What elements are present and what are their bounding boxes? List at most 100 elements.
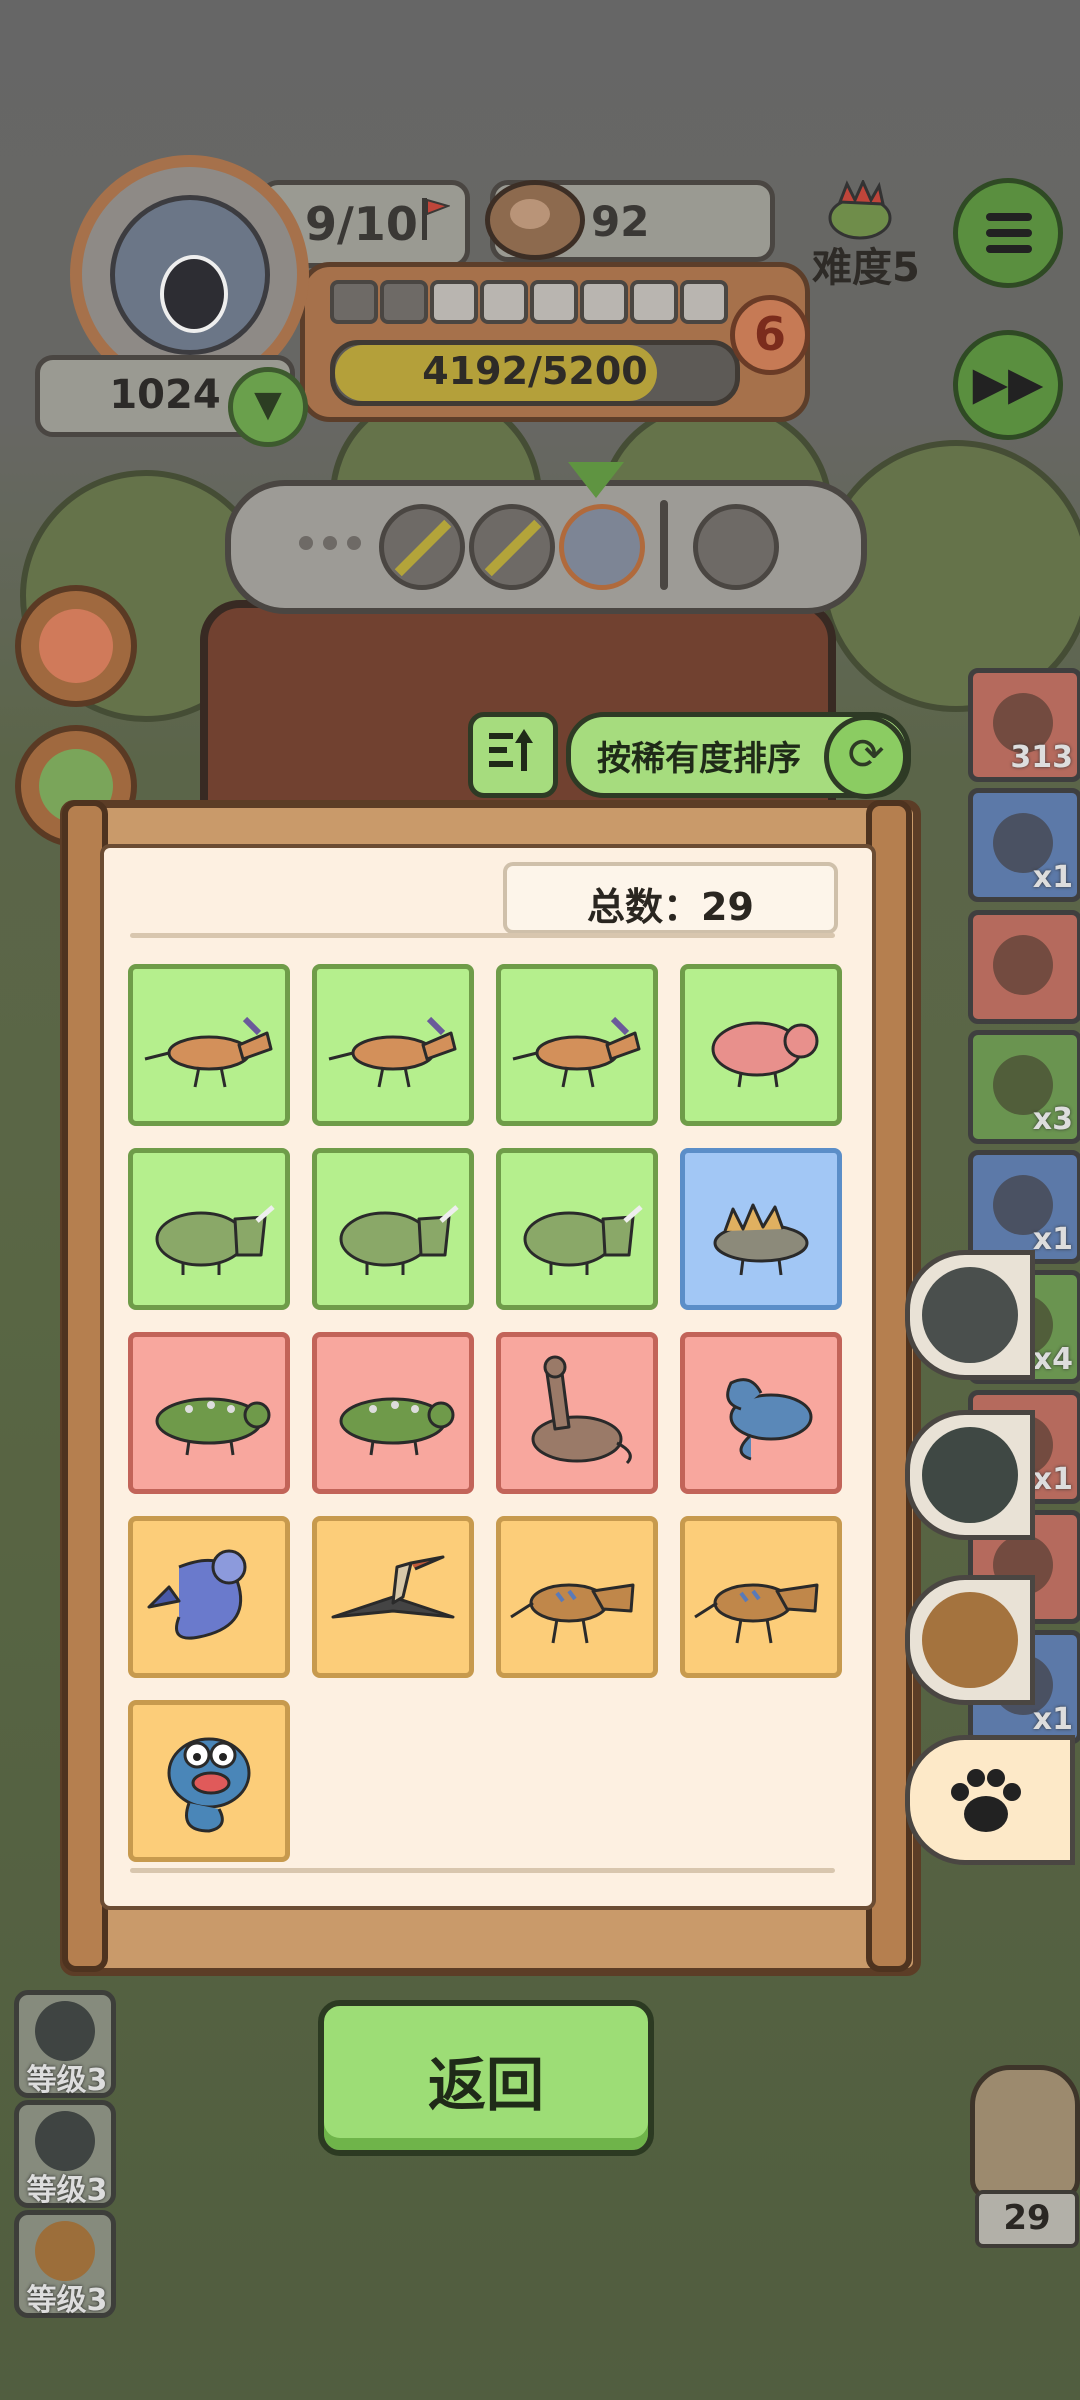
tab-ghost[interactable] xyxy=(905,1250,1035,1380)
level-segments xyxy=(330,262,750,332)
ankylosaurus-icon xyxy=(155,1397,271,1456)
triceratops-icon xyxy=(339,1205,459,1275)
creature-card-pteranodon[interactable] xyxy=(312,1516,474,1678)
creature-card-parasaurolophus[interactable] xyxy=(496,964,658,1126)
level-segment xyxy=(530,280,578,324)
total-count: 总数：29 xyxy=(587,885,754,929)
coin-bowl-icon xyxy=(485,180,585,260)
level-segment xyxy=(680,280,728,324)
creature-card-ankylosaurus[interactable] xyxy=(128,1332,290,1494)
fast-forward-button[interactable]: ▶▶ xyxy=(953,330,1063,440)
cat-tower-icon xyxy=(39,609,113,683)
wave-progress-bar xyxy=(225,480,867,614)
creature-card-parasaurolophus[interactable] xyxy=(312,964,474,1126)
defeated-wave-icon xyxy=(379,504,465,590)
creature-card-sea-monster[interactable] xyxy=(128,1700,290,1862)
creature-card-triceratops[interactable] xyxy=(128,1148,290,1310)
side-item-slot[interactable]: x1 xyxy=(968,788,1080,902)
defeated-wave-icon xyxy=(469,504,555,590)
item-count: x4 xyxy=(1032,1342,1073,1377)
level-badge[interactable]: 等级3 xyxy=(14,1990,116,2098)
tab-paw[interactable] xyxy=(905,1735,1075,1865)
t-rex-icon xyxy=(694,1583,819,1644)
sort-order-button[interactable] xyxy=(468,712,558,798)
xp-bar: 4192/5200 xyxy=(330,340,740,406)
level-segment xyxy=(630,280,678,324)
unit-count: 9/10 xyxy=(305,197,418,251)
plesiosaurus-icon xyxy=(726,1378,813,1461)
menu-icon xyxy=(986,213,1032,221)
level-number: 6 xyxy=(730,295,810,375)
shark-avatar-icon xyxy=(109,194,270,355)
creature-card-plesiosaurus[interactable] xyxy=(680,1332,842,1494)
parasaurolophus-icon xyxy=(144,1016,273,1088)
item-icon xyxy=(993,935,1053,995)
splat-icon xyxy=(922,1427,1018,1523)
sort-by-rarity-button[interactable]: 按稀有度排序 ⟳ xyxy=(566,712,911,799)
item-count: x1 xyxy=(1032,1462,1073,1497)
creature-card-sea-dragon[interactable] xyxy=(128,1516,290,1678)
level-segment xyxy=(480,280,528,324)
ghost-icon xyxy=(922,1267,1018,1363)
creature-card-pink-dinosaur[interactable] xyxy=(680,964,842,1126)
sort-icon xyxy=(489,729,533,771)
level-badge-label: 等级3 xyxy=(26,2283,108,2318)
creature-card-parasaurolophus[interactable] xyxy=(128,964,290,1126)
level-badge[interactable]: 等级3 xyxy=(14,2100,116,2208)
chevron-down-icon[interactable]: ▼ xyxy=(228,367,308,447)
parasaurolophus-icon xyxy=(512,1016,641,1088)
item-count: x1 xyxy=(1032,1222,1073,1257)
monster-icon xyxy=(35,2221,95,2281)
creature-card-t-rex[interactable] xyxy=(680,1516,842,1678)
owl-icon[interactable] xyxy=(970,2065,1080,2200)
item-count: x1 xyxy=(1032,860,1073,895)
creature-card-stegosaurus[interactable] xyxy=(680,1148,842,1310)
current-wave-icon xyxy=(559,504,645,590)
tab-skull[interactable] xyxy=(905,1575,1035,1705)
pteranodon-icon xyxy=(331,1555,455,1619)
creature-card-t-rex[interactable] xyxy=(496,1516,658,1678)
divider xyxy=(130,1868,835,1873)
cat-tower-button[interactable] xyxy=(15,585,137,707)
side-item-slot[interactable]: x1 xyxy=(968,1150,1080,1264)
skull-icon xyxy=(922,1592,1018,1688)
tab-splat[interactable] xyxy=(905,1410,1035,1540)
level-badge-label: 等级3 xyxy=(26,2173,108,2208)
coin-amount: 92 xyxy=(591,197,650,246)
menu-button[interactable] xyxy=(953,178,1063,288)
creature-card-triceratops[interactable] xyxy=(496,1148,658,1310)
back-button[interactable]: 返回 xyxy=(318,2000,654,2156)
divider xyxy=(130,933,835,938)
level-badge[interactable]: 等级3 xyxy=(14,2210,116,2318)
sea-dragon-icon xyxy=(147,1549,247,1640)
level-segment xyxy=(430,280,478,324)
monster-icon xyxy=(35,2111,95,2171)
side-item-slot[interactable] xyxy=(968,910,1080,1024)
triceratops-icon xyxy=(155,1205,275,1275)
item-count: x3 xyxy=(1032,1102,1073,1137)
ankylosaurus-icon xyxy=(339,1397,455,1456)
side-item-slot[interactable]: x3 xyxy=(968,1030,1080,1144)
side-item-slot[interactable]: 313 xyxy=(968,668,1080,782)
stegosaurus-icon xyxy=(713,1203,809,1276)
back-label: 返回 xyxy=(427,2051,544,2119)
next-boss-icon xyxy=(693,504,779,590)
creature-card-ankylosaurus[interactable] xyxy=(312,1332,474,1494)
difficulty-icon xyxy=(828,180,892,240)
creature-card-brachiosaurus[interactable] xyxy=(496,1332,658,1494)
sort-label: 按稀有度排序 xyxy=(597,739,801,779)
level-badge-label: 等级3 xyxy=(26,2063,108,2098)
brachiosaurus-icon xyxy=(531,1355,632,1465)
level-segment xyxy=(330,280,378,324)
total-count-box: 总数：29 xyxy=(503,862,838,934)
difficulty-label: 难度5 xyxy=(812,245,920,291)
creature-card-triceratops[interactable] xyxy=(312,1148,474,1310)
monster-icon xyxy=(35,2001,95,2061)
level-segment xyxy=(380,280,428,324)
wave-pointer-icon xyxy=(568,462,624,498)
sea-monster-icon xyxy=(167,1737,251,1833)
t-rex-icon xyxy=(510,1583,635,1644)
parasaurolophus-icon xyxy=(328,1016,457,1088)
refresh-icon[interactable]: ⟳ xyxy=(824,715,908,799)
item-count: 313 xyxy=(1010,740,1073,775)
